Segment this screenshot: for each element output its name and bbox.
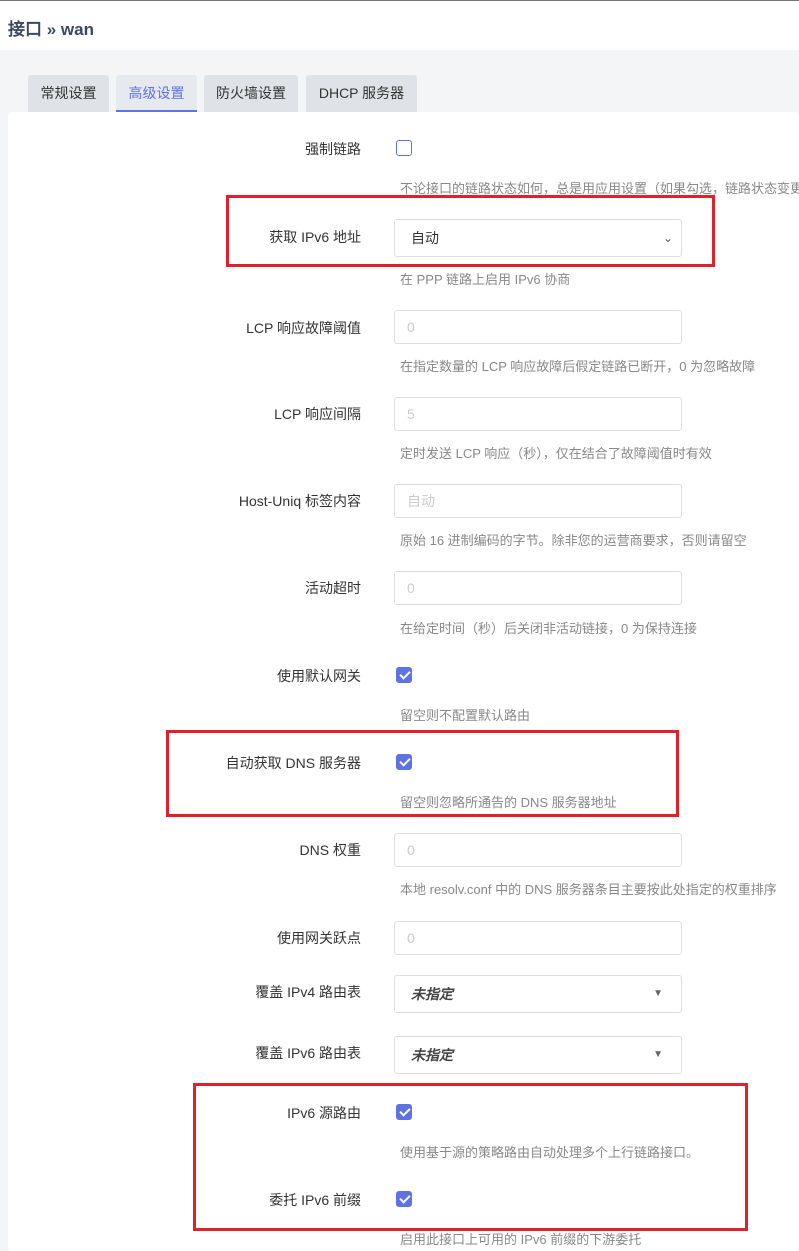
lcp-interval-desc: 定时发送 LCP 响应（秒），仅在结合了故障阈值时有效 [400,446,712,461]
lcp-failure-label: LCP 响应故障阈值 [246,320,361,336]
highlight-box-ipv6-routing [193,1083,748,1231]
default-gateway-desc: 留空则不配置默认路由 [400,708,531,723]
lcp-failure-input[interactable]: 0 [394,310,682,344]
dns-weight-input[interactable]: 0 [394,833,682,867]
ip6table-select-value: 未指定 [411,1047,453,1063]
idle-timeout-desc: 在给定时间（秒）后关闭非活动链接，0 为保持连接 [400,621,697,636]
ipv6-desc: 在 PPP 链路上启用 IPv6 协商 [400,272,571,287]
tab-general[interactable]: 常规设置 [28,75,109,112]
tab-firewall[interactable]: 防火墙设置 [204,75,298,112]
lcp-interval-label: LCP 响应间隔 [274,406,361,422]
default-gateway-label: 使用默认网关 [277,668,361,684]
page-header: 接口 » wan [0,0,799,50]
ip6table-label: 覆盖 IPv6 路由表 [255,1045,361,1061]
triangle-down-icon: ▼ [653,988,663,999]
ip4table-label: 覆盖 IPv4 路由表 [255,984,361,1000]
lcp-failure-desc: 在指定数量的 LCP 响应故障后假定链路已断开，0 为忽略故障 [400,359,756,374]
dns-weight-desc: 本地 resolv.conf 中的 DNS 服务器条目主要按此处指定的权重排序 [400,882,777,897]
delegate-desc: 启用此接口上可用的 IPv6 前缀的下游委托 [400,1232,642,1247]
gw-metric-input[interactable]: 0 [394,921,682,955]
dns-weight-label: DNS 权重 [299,842,361,858]
highlight-box-dns [166,730,679,817]
tab-advanced[interactable]: 高级设置 [116,75,197,112]
host-uniq-desc: 原始 16 进制编码的字节。除非您的运营商要求，否则请留空 [400,533,747,548]
lcp-interval-input[interactable]: 5 [394,397,682,431]
gw-metric-label: 使用网关跃点 [277,930,361,946]
host-uniq-label: Host-Uniq 标签内容 [238,493,361,509]
default-gateway-checkbox[interactable] [396,667,412,683]
tab-dhcp[interactable]: DHCP 服务器 [306,75,417,112]
idle-timeout-input[interactable]: 0 [394,571,682,605]
ip4table-select-value: 未指定 [411,986,453,1002]
triangle-down-icon: ▼ [653,1049,663,1060]
force-link-checkbox[interactable] [396,140,412,156]
page: 接口 » wan 常规设置 高级设置 防火墙设置 DHCP 服务器 强制链路 不… [0,0,799,1251]
ip6table-select[interactable]: 未指定 ▼ [394,1036,682,1074]
highlight-box-ipv6 [226,195,715,267]
force-link-label: 强制链路 [305,141,361,157]
page-title: 接口 » wan [8,20,94,39]
ip4table-select[interactable]: 未指定 ▼ [394,975,682,1013]
idle-timeout-label: 活动超时 [305,580,361,596]
host-uniq-input[interactable]: 自动 [394,484,682,518]
